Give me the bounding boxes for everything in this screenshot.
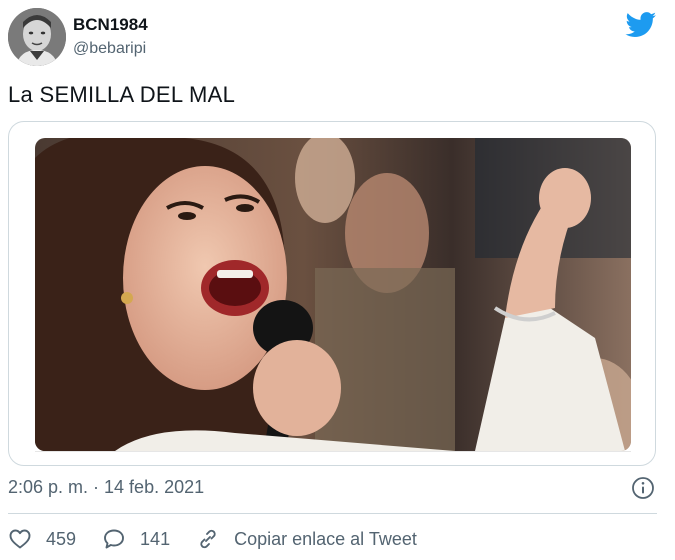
reply-button[interactable]: 141 <box>102 527 170 551</box>
media-card[interactable] <box>8 121 656 466</box>
author-handle[interactable]: @bebaripi <box>73 38 148 60</box>
author-display-name[interactable]: BCN1984 <box>73 14 148 36</box>
info-icon[interactable] <box>631 476 655 500</box>
copy-link-label: Copiar enlace al Tweet <box>234 528 417 549</box>
tweet-photo[interactable] <box>35 138 631 451</box>
avatar[interactable] <box>8 8 66 66</box>
twitter-bird-icon[interactable] <box>625 12 657 38</box>
tweet-actions: 459 141 Copiar enlace al Tweet <box>8 525 443 553</box>
tweet-photo-image <box>35 138 631 451</box>
like-count: 459 <box>46 528 77 549</box>
photo-caption-strip <box>35 451 631 465</box>
divider <box>8 513 657 514</box>
reply-bubble-icon <box>104 529 124 549</box>
copy-link-button[interactable]: Copiar enlace al Tweet <box>196 527 417 551</box>
tweet-timestamp[interactable]: 2:06 p. m. · 14 feb. 2021 <box>8 477 204 498</box>
like-button[interactable]: 459 <box>8 527 76 551</box>
avatar-portrait <box>8 8 66 66</box>
reply-count: 141 <box>140 528 171 549</box>
heart-icon <box>9 529 31 549</box>
tweet-text: La SEMILLA DEL MAL <box>8 82 236 107</box>
author-block[interactable]: BCN1984 @bebaripi <box>73 14 148 60</box>
link-icon <box>200 529 216 549</box>
